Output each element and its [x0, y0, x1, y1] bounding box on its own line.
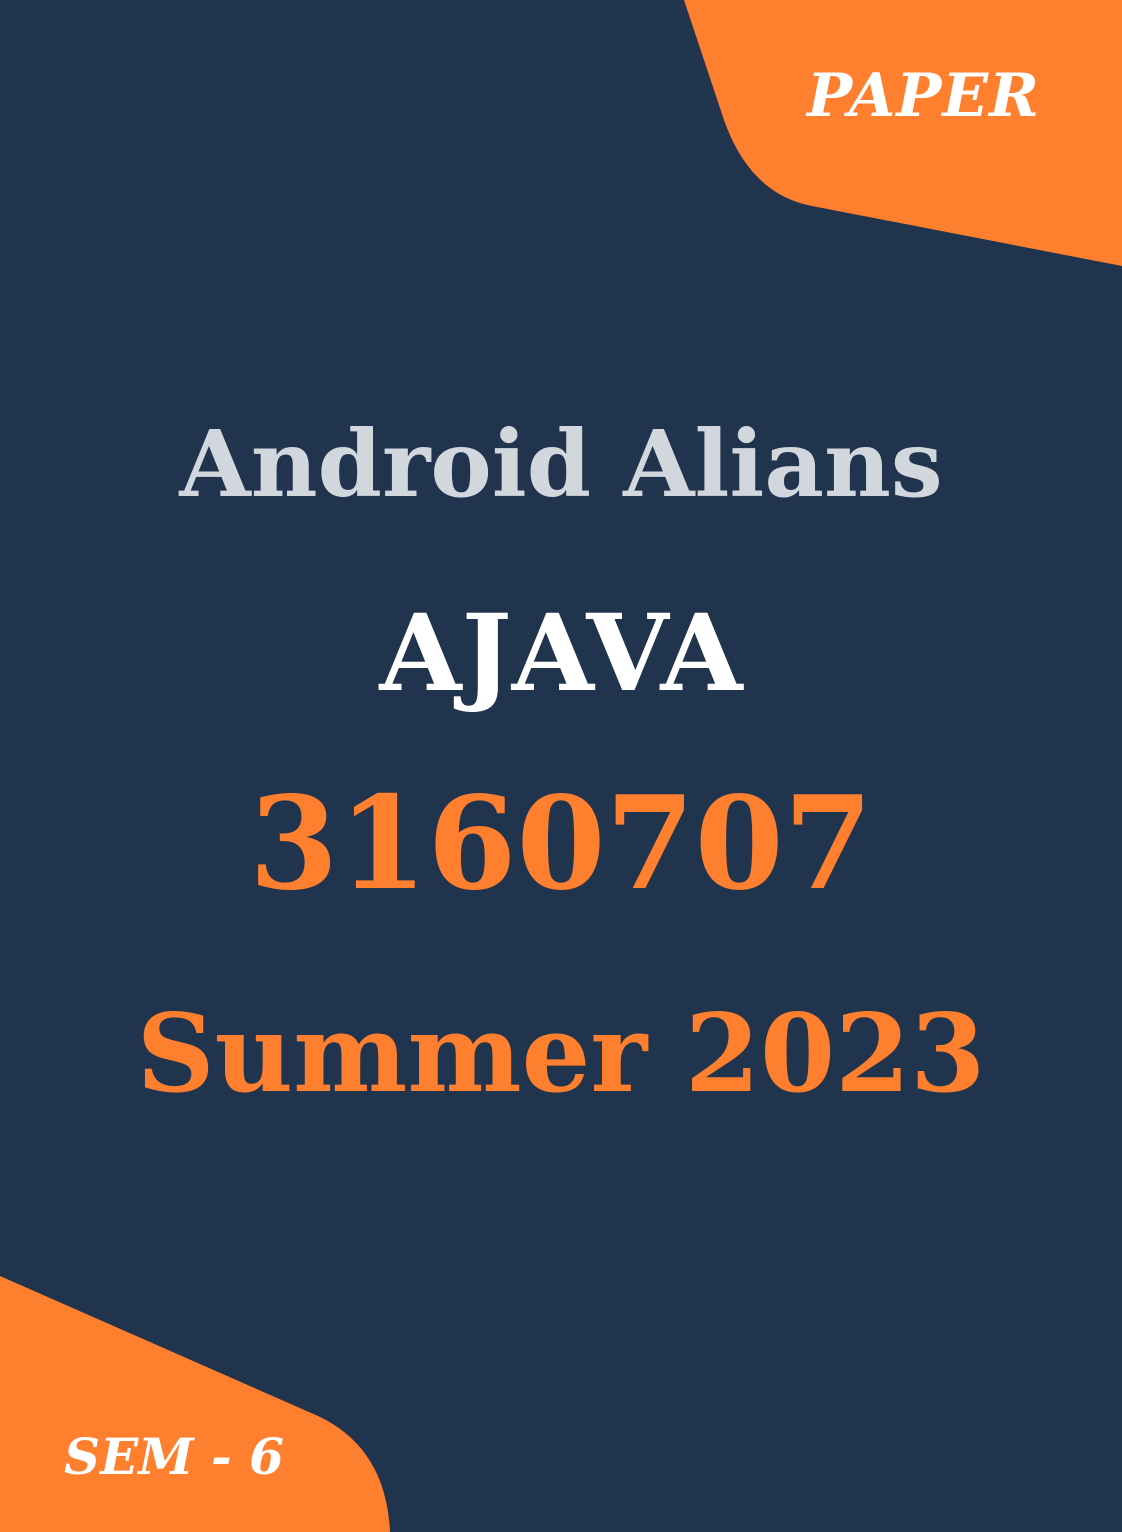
semester-label: SEM - 6: [64, 1427, 284, 1486]
cover-page: PAPER Android Alians AJAVA 3160707 Summe…: [0, 0, 1122, 1532]
paper-label: PAPER: [806, 61, 1040, 131]
subject-code: 3160707: [249, 769, 873, 919]
exam-session: Summer 2023: [136, 991, 986, 1117]
subject-name: AJAVA: [379, 590, 743, 715]
brand-name: Android Alians: [179, 410, 943, 518]
bottom-left-corner-shape: [0, 1276, 390, 1532]
